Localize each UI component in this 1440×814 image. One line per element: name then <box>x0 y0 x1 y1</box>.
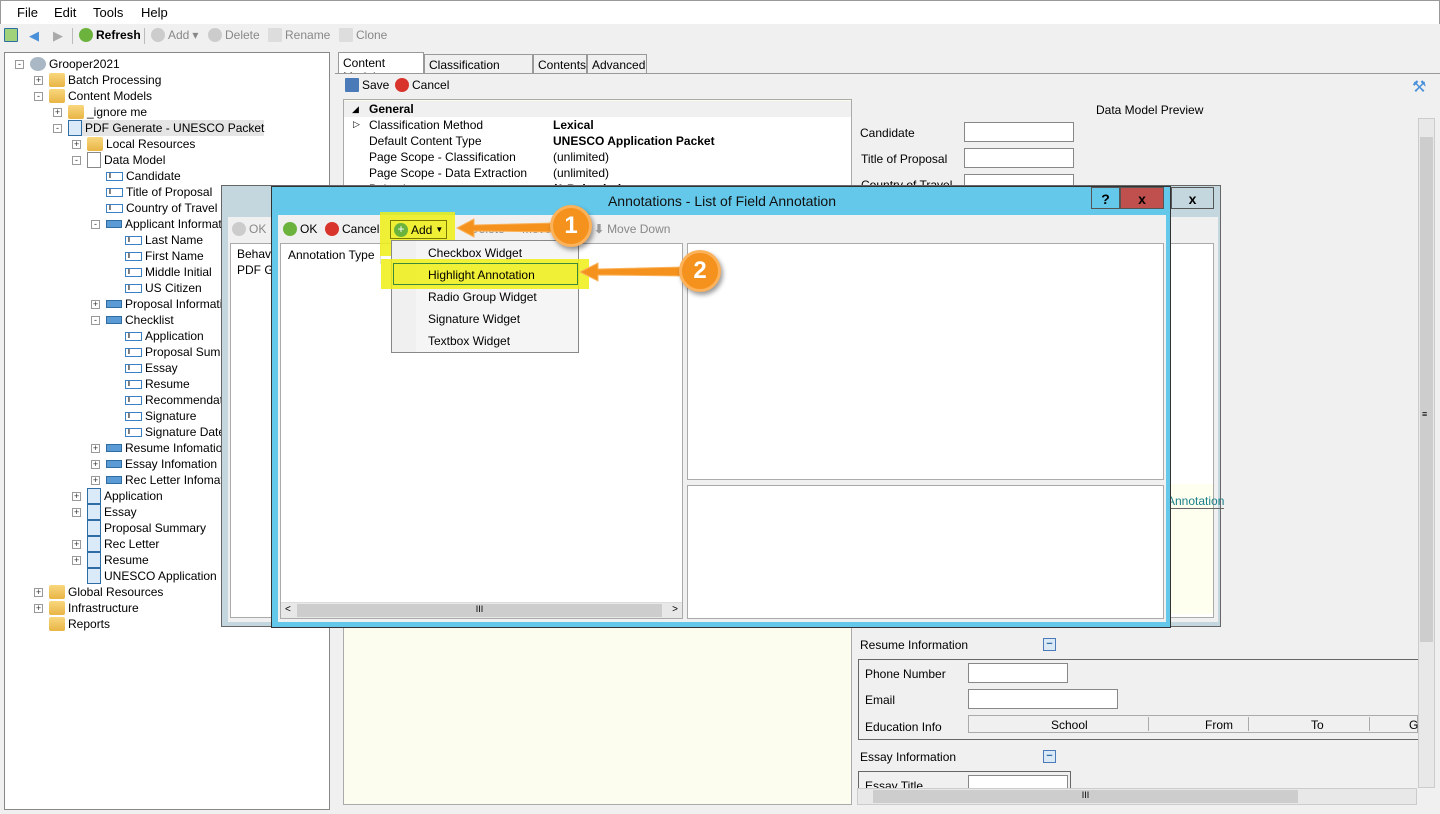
callout-arrows <box>455 218 686 282</box>
callout-badge-1: 1 <box>550 205 592 247</box>
callout-badge-2: 2 <box>679 250 721 292</box>
arrow-2 <box>578 262 686 282</box>
arrow-1 <box>455 218 556 238</box>
